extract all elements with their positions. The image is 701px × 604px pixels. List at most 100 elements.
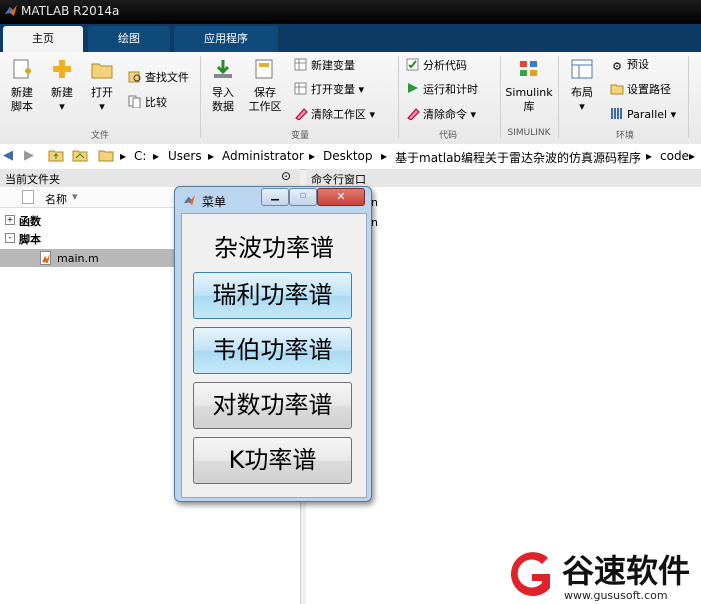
chevron-right-icon[interactable]: ▸ xyxy=(309,149,315,163)
compare-icon xyxy=(128,95,141,108)
path-segment[interactable]: 基于matlab编程关于雷达杂波的仿真源码程序 xyxy=(395,149,641,166)
chevron-down-icon: ▾ xyxy=(99,100,105,113)
new-button[interactable]: 新建 ▾ xyxy=(44,58,80,114)
path-segment[interactable]: C: xyxy=(134,149,146,163)
group-label-environment: 环境 xyxy=(615,131,634,141)
watermark-logo: 谷速软件 www.gususoft.com xyxy=(500,544,700,604)
compare-button[interactable]: 比较 xyxy=(128,95,167,110)
gusu-logo-icon xyxy=(510,552,550,597)
chevron-down-icon: ▾ xyxy=(59,100,65,113)
chevron-down-icon: ▾ xyxy=(369,108,376,121)
weibull-spectrum-button[interactable]: 韦伯功率谱 xyxy=(193,327,352,374)
import-data-button[interactable]: 导入 数据 xyxy=(205,58,241,114)
maximize-icon: ▫ xyxy=(299,190,307,201)
rayleigh-spectrum-button[interactable]: 瑞利功率谱 xyxy=(193,272,352,319)
layout-label: 布局 xyxy=(571,86,593,99)
clear-commands-label: 清除命令 xyxy=(423,108,467,121)
open-variable-button[interactable]: 打开变量 ▾ xyxy=(294,82,364,97)
collapse-icon[interactable]: - xyxy=(5,233,15,243)
dialog-title: 菜单 xyxy=(202,195,227,209)
dialog-body: 杂波功率谱 瑞利功率谱 韦伯功率谱 对数功率谱 K功率谱 xyxy=(181,213,367,498)
tree-group-label: 函数 xyxy=(19,215,41,228)
save-workspace-button[interactable]: 保存 工作区 xyxy=(245,58,285,114)
dialog-title-bar[interactable]: 菜单 ▁ ▫ ✕ xyxy=(175,187,371,213)
run-and-time-label: 运行和计时 xyxy=(423,83,478,96)
tab-plots[interactable]: 绘图 xyxy=(88,26,170,52)
chevron-down-icon: ▾ xyxy=(358,83,365,96)
ribbon-separator xyxy=(200,56,201,138)
forward-arrow-icon[interactable]: ▶ xyxy=(24,148,34,163)
chevron-right-icon[interactable]: ▸ xyxy=(689,149,695,163)
current-folder-title: 当前文件夹 xyxy=(5,173,60,186)
dialog-heading: 杂波功率谱 xyxy=(214,234,334,262)
chevron-right-icon[interactable]: ▸ xyxy=(646,149,652,163)
clear-workspace-label: 清除工作区 xyxy=(311,108,366,121)
tab-home[interactable]: 主页 xyxy=(3,26,83,52)
layout-button[interactable]: 布局 ▾ xyxy=(564,58,600,114)
title-bar: MATLAB R2014a xyxy=(0,0,701,24)
chevron-right-icon[interactable]: ▸ xyxy=(208,149,214,163)
column-name-header[interactable]: 名称 xyxy=(45,191,67,207)
preferences-button[interactable]: ⚙ 预设 xyxy=(610,58,649,73)
path-segment[interactable]: Desktop xyxy=(323,149,373,163)
expand-icon[interactable]: + xyxy=(5,215,15,225)
tree-group-label: 脚本 xyxy=(19,233,41,246)
new-label: 新建 xyxy=(51,86,73,99)
new-script-icon xyxy=(13,59,31,79)
compare-label: 比较 xyxy=(145,96,167,109)
preferences-label: 预设 xyxy=(627,58,649,71)
address-bar: ◀ ▶ ▸ C: ▸ Users ▸ Administrator ▸ Deskt… xyxy=(0,144,701,170)
panel-menu-icon[interactable]: ⊙ xyxy=(281,169,291,183)
lognormal-spectrum-button[interactable]: 对数功率谱 xyxy=(193,382,352,429)
folder-icon xyxy=(98,147,114,163)
set-path-button[interactable]: 设置路径 xyxy=(610,82,671,97)
k-spectrum-button[interactable]: K功率谱 xyxy=(193,437,352,484)
import-label-1: 导入 xyxy=(212,86,234,99)
new-variable-button[interactable]: 新建变量 xyxy=(294,58,355,73)
command-window-title: 命令行窗口 xyxy=(311,173,366,186)
path-segment[interactable]: code xyxy=(660,149,689,163)
path-segment[interactable]: Users xyxy=(168,149,202,163)
clear-commands-button[interactable]: 清除命令 ▾ xyxy=(406,107,476,122)
folder-icon xyxy=(91,63,113,79)
simulink-library-button[interactable]: Simulink 库 xyxy=(503,58,555,114)
browse-folder-icon[interactable] xyxy=(72,147,88,163)
parallel-button[interactable]: Parallel ▾ xyxy=(610,107,676,122)
matlab-logo-icon xyxy=(183,194,196,206)
analyze-code-button[interactable]: 分析代码 xyxy=(406,58,467,73)
simulink-icon xyxy=(520,61,537,76)
save-label-1: 保存 xyxy=(254,86,276,99)
m-file-icon xyxy=(40,251,51,265)
set-path-label: 设置路径 xyxy=(627,83,671,96)
back-arrow-icon[interactable]: ◀ xyxy=(3,148,13,163)
find-files-icon xyxy=(128,71,141,83)
maximize-button[interactable]: ▫ xyxy=(289,188,317,206)
chevron-right-icon[interactable]: ▸ xyxy=(153,149,159,163)
clear-workspace-button[interactable]: 清除工作区 ▾ xyxy=(294,107,375,122)
plus-icon xyxy=(53,60,71,78)
file-icon xyxy=(22,190,34,204)
close-icon: ✕ xyxy=(336,190,346,203)
ribbon-tab-bar: 主页 绘图 应用程序 xyxy=(0,24,701,52)
set-path-icon xyxy=(610,84,624,95)
minimize-button[interactable]: ▁ xyxy=(261,188,289,206)
new-script-button[interactable]: 新建 脚本 xyxy=(4,58,40,114)
analyze-code-icon xyxy=(406,58,419,71)
save-workspace-icon xyxy=(255,59,273,79)
gear-icon: ⚙ xyxy=(612,60,622,73)
chevron-right-icon[interactable]: ▸ xyxy=(381,149,387,163)
run-and-time-button[interactable]: 运行和计时 xyxy=(406,82,478,97)
find-files-button[interactable]: 查找文件 xyxy=(128,70,189,85)
window-title: MATLAB R2014a xyxy=(21,4,120,18)
ribbon-separator xyxy=(500,56,501,138)
close-button[interactable]: ✕ xyxy=(317,188,365,206)
open-button[interactable]: 打开 ▾ xyxy=(84,58,120,114)
layout-icon xyxy=(571,59,593,79)
path-segment[interactable]: Administrator xyxy=(222,149,304,163)
sort-arrow-icon[interactable]: ▾ xyxy=(72,190,78,203)
new-script-label-2: 脚本 xyxy=(11,100,33,113)
folder-up-icon[interactable] xyxy=(48,147,64,163)
chevron-right-icon[interactable]: ▸ xyxy=(120,149,126,163)
tab-apps[interactable]: 应用程序 xyxy=(174,26,278,52)
import-icon xyxy=(214,60,232,78)
